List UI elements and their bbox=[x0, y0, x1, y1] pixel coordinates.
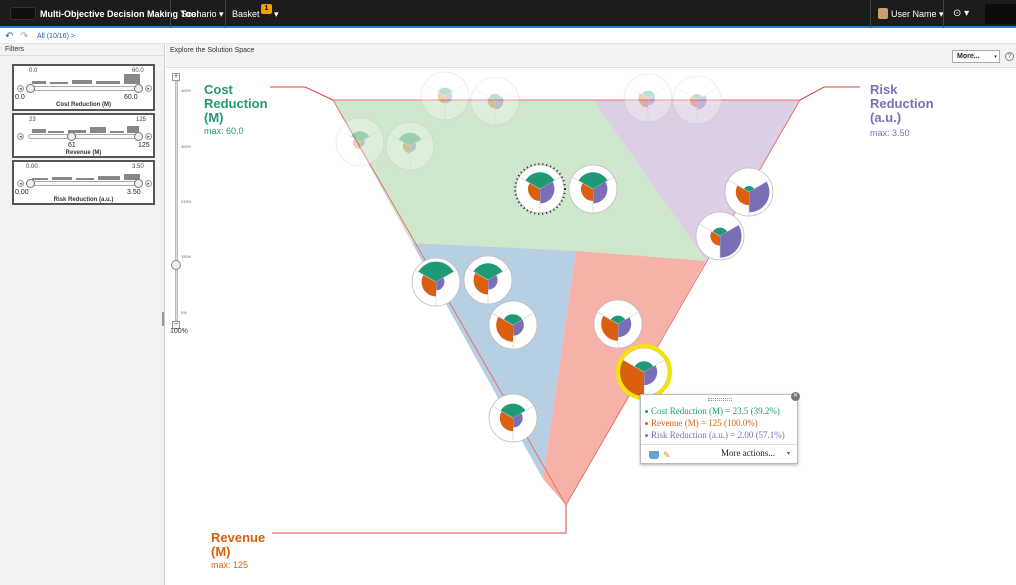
revenue-axis-max: max: 125 bbox=[211, 560, 249, 570]
revenue-axis-label: Revenue (M) bbox=[211, 530, 266, 559]
cost-axis-leader bbox=[270, 86, 334, 101]
solution-glyph[interactable] bbox=[568, 164, 618, 214]
solution-glyph[interactable] bbox=[623, 73, 673, 123]
solution-glyph[interactable] bbox=[488, 393, 538, 443]
solution-glyph[interactable] bbox=[420, 71, 470, 121]
tooltip-line-cost: Cost Reduction (M) = 23.5 (39.2%) bbox=[645, 406, 780, 416]
solution-glyph[interactable] bbox=[335, 117, 385, 167]
tooltip-line-revenue: Revenue (M) = 125 (100.0%) bbox=[645, 418, 758, 428]
cost-axis-max: max: 60.0 bbox=[204, 126, 244, 136]
solution-glyph[interactable] bbox=[470, 76, 520, 126]
solution-glyph[interactable] bbox=[488, 300, 538, 350]
chevron-down-icon[interactable]: ▾ bbox=[787, 450, 790, 457]
revenue-axis-leader bbox=[272, 505, 567, 534]
solution-space-canvas[interactable] bbox=[0, 0, 1016, 585]
selected-solution-glyph[interactable] bbox=[616, 344, 672, 400]
divider bbox=[641, 444, 797, 445]
tooltip-line-risk: Risk Reduction (a.u.) = 2.00 (57.1%) bbox=[645, 430, 785, 440]
risk-axis-leader bbox=[799, 86, 860, 101]
solution-glyph[interactable] bbox=[385, 121, 435, 171]
solution-glyph[interactable] bbox=[695, 211, 745, 261]
solution-glyph[interactable] bbox=[463, 255, 513, 305]
basket-icon[interactable] bbox=[649, 451, 659, 459]
solution-glyph[interactable] bbox=[593, 299, 643, 349]
more-actions-menu[interactable]: More actions... bbox=[721, 448, 775, 458]
solution-glyph[interactable] bbox=[724, 167, 774, 217]
risk-axis-max: max: 3.50 bbox=[870, 128, 910, 138]
pencil-icon[interactable]: ✎ bbox=[663, 450, 671, 461]
solution-glyph[interactable] bbox=[411, 257, 461, 307]
cost-axis-label: Cost Reduction (M) bbox=[204, 82, 268, 125]
risk-axis-label: Risk Reduction (a.u.) bbox=[870, 82, 934, 125]
close-icon[interactable]: ✕ bbox=[791, 392, 800, 401]
drag-grip-icon[interactable] bbox=[708, 398, 732, 401]
solution-tooltip: ✕ Cost Reduction (M) = 23.5 (39.2%) Reve… bbox=[640, 392, 800, 464]
solution-glyph[interactable] bbox=[672, 75, 722, 125]
